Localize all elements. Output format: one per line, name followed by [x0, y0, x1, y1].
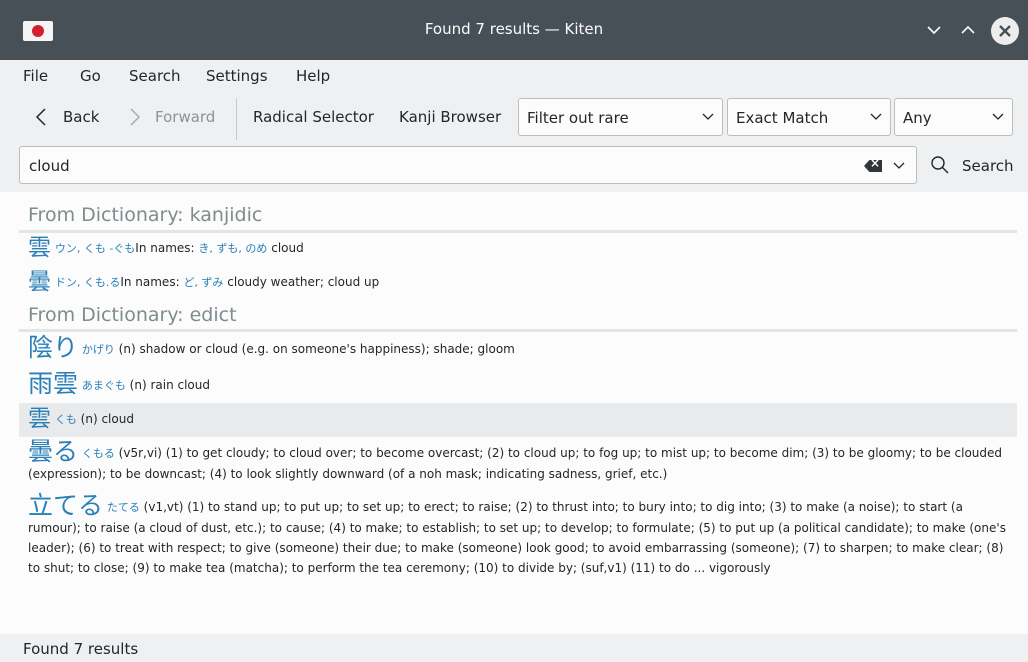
menu-search[interactable]: Search [129, 67, 181, 85]
menu-go[interactable]: Go [80, 67, 101, 85]
entry-word: 雲 [28, 406, 51, 432]
entry-reading: ウン, くも -ぐも [54, 242, 136, 255]
result-entry[interactable]: 陰り かげり (n) shadow or cloud (e.g. on some… [19, 335, 1017, 360]
result-entry[interactable]: 雨雲 あまぐも (n) rain cloud [19, 371, 1017, 396]
toolbar-separator [236, 98, 237, 140]
entry-gloss: (v1,vt) (1) to stand up; to put up; to s… [28, 500, 1006, 575]
chevron-down-icon[interactable] [893, 162, 905, 170]
word-type-select[interactable]: Any [894, 98, 1013, 136]
entry-word: 曇 [28, 269, 51, 295]
status-bar: Found 7 results [0, 634, 1028, 662]
entry-reading: かげり [81, 343, 115, 356]
entry-reading: くも [54, 413, 77, 426]
result-entry-selected[interactable]: 雲 くも (n) cloud [19, 403, 1017, 437]
results-view: From Dictionary: kanjidic 雲 ウン, くも -ぐもIn… [0, 192, 1028, 634]
search-button-label: Search [962, 157, 1014, 175]
entry-gloss: (n) shadow or cloud (e.g. on someone's h… [118, 342, 515, 356]
entry-word: 立てる [28, 491, 104, 520]
entry-names-label: In names: [135, 241, 199, 255]
back-button[interactable]: Back [63, 108, 99, 126]
word-type-value: Any [903, 109, 932, 127]
section-divider [19, 230, 1017, 233]
menu-bar: File Go Search Settings Help [0, 60, 1028, 92]
radical-selector-button[interactable]: Radical Selector [253, 108, 374, 126]
chevron-up-icon [961, 25, 975, 34]
chevron-down-icon [992, 113, 1004, 120]
title-bar: Found 7 results — Kiten [0, 0, 1028, 60]
menu-help[interactable]: Help [296, 67, 330, 85]
entry-name-readings: ど, ずみ [183, 276, 224, 289]
chevron-down-icon [702, 113, 714, 120]
entry-word: 陰り [28, 333, 79, 362]
entry-reading: くもる [81, 447, 115, 460]
match-type-select[interactable]: Exact Match [727, 98, 891, 136]
entry-names-label: In names: [120, 275, 184, 289]
rare-filter-value: Filter out rare [527, 109, 629, 127]
entry-gloss: (v5r,vi) (1) to get cloudy; to cloud ove… [28, 446, 1003, 481]
chevron-down-icon [927, 26, 941, 35]
entry-gloss: (n) cloud [80, 412, 134, 426]
result-entry[interactable]: 雲 ウン, くも -ぐもIn names: き, ずも, のめ cloud [19, 235, 1017, 261]
chevron-left-icon[interactable] [34, 107, 48, 127]
entry-reading: たてる [106, 501, 140, 514]
chevron-down-icon [870, 113, 882, 120]
kanji-browser-button[interactable]: Kanji Browser [399, 108, 501, 126]
entry-reading: あまぐも [81, 379, 126, 392]
entry-gloss: (n) rain cloud [129, 378, 210, 392]
rare-filter-select[interactable]: Filter out rare [518, 98, 723, 136]
result-entry[interactable]: 曇 ドン, くも.るIn names: ど, ずみ cloudy weather… [19, 269, 1017, 295]
search-input[interactable]: cloud [19, 146, 917, 184]
result-entry[interactable]: 曇る くもる (v5r,vi) (1) to get cloudy; to cl… [19, 439, 1017, 484]
match-type-value: Exact Match [736, 109, 829, 127]
result-entry[interactable]: 立てる たてる (v1,vt) (1) to stand up; to put … [19, 493, 1017, 578]
clear-text-icon[interactable] [864, 160, 882, 172]
entry-gloss: cloudy weather; cloud up [227, 275, 380, 289]
entry-reading: ドン, くも.る [54, 276, 121, 289]
search-button[interactable]: Search [930, 153, 1016, 179]
dictionary-header-kanjidic: From Dictionary: kanjidic [28, 204, 263, 226]
status-text: Found 7 results [23, 640, 139, 658]
close-button[interactable] [991, 17, 1019, 45]
dictionary-header-edict: From Dictionary: edict [28, 304, 237, 326]
section-divider [19, 329, 1017, 332]
close-icon [999, 25, 1011, 37]
forward-button[interactable]: Forward [155, 108, 215, 126]
maximize-button[interactable] [956, 18, 980, 42]
search-icon [931, 156, 949, 174]
minimize-button[interactable] [922, 18, 946, 42]
search-query: cloud [29, 157, 70, 175]
menu-file[interactable]: File [23, 67, 48, 85]
menu-settings[interactable]: Settings [206, 67, 268, 85]
entry-word: 雨雲 [28, 369, 79, 398]
chevron-right-icon[interactable] [128, 107, 142, 127]
entry-word: 雲 [28, 235, 51, 261]
entry-word: 曇る [28, 437, 79, 466]
entry-name-readings: き, ずも, のめ [198, 242, 268, 255]
window-title: Found 7 results — Kiten [424, 20, 604, 38]
entry-gloss: cloud [271, 241, 304, 255]
